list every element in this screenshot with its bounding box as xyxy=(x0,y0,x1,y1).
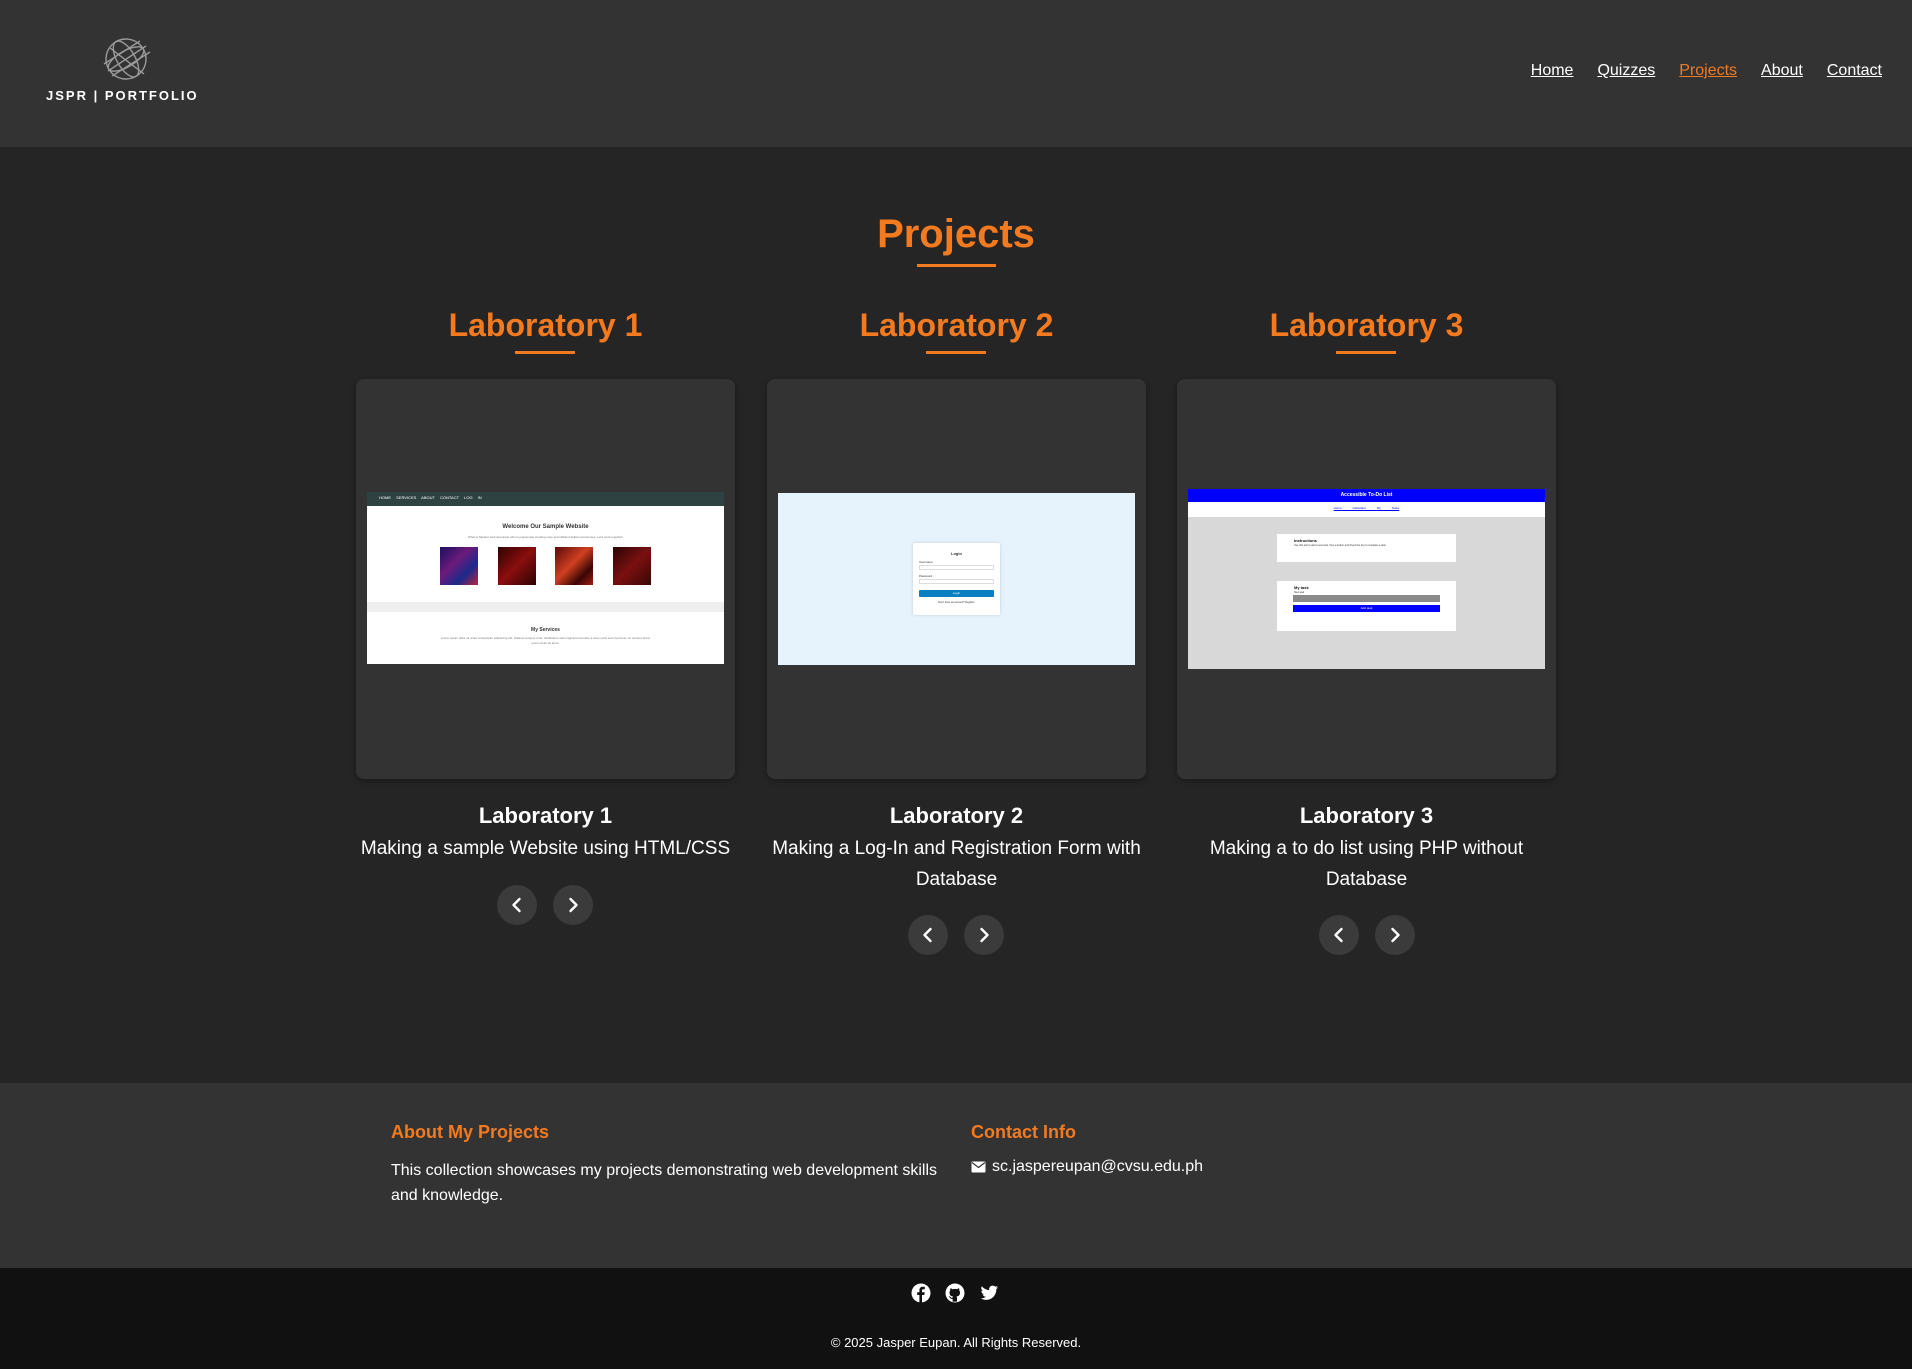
mini-task-label: New task xyxy=(1294,591,1305,594)
mini-login-heading: Login xyxy=(951,551,962,556)
lab-description: Making a sample Website using HTML/CSS xyxy=(360,838,731,859)
mini-links: Home Calculator My Tasks xyxy=(1333,506,1400,510)
project-screenshot: HOME SERVICES ABOUT CONTACT LOG IN Welco… xyxy=(367,492,724,664)
next-button[interactable] xyxy=(1375,915,1415,955)
lab-title-underline xyxy=(515,351,575,354)
twitter-icon[interactable] xyxy=(979,1283,999,1303)
lab-title: Laboratory 2 xyxy=(859,307,1054,343)
nav-quizzes[interactable]: Quizzes xyxy=(1597,62,1655,80)
nav-projects[interactable]: Projects xyxy=(1679,62,1737,80)
main-nav: Home Quizzes Projects About Contact xyxy=(1531,62,1882,80)
nav-about[interactable]: About xyxy=(1761,62,1803,80)
chevron-right-icon xyxy=(569,897,578,913)
mini-register-link: Don't have an account? Register xyxy=(938,601,975,604)
lab-title-underline xyxy=(926,351,986,354)
mini-task-input xyxy=(1293,595,1440,602)
mini-todo-header: Accessible To-Do List xyxy=(1188,489,1545,502)
logo[interactable]: JSPR | PORTFOLIO xyxy=(46,34,216,110)
mini-task-card: My task New task Add task xyxy=(1277,581,1456,631)
envelope-icon xyxy=(971,1161,986,1173)
mini-instructions-title: Instructions xyxy=(1294,538,1317,543)
chevron-left-icon xyxy=(923,927,932,943)
page-title: Projects xyxy=(877,212,1035,256)
mini-label-user: Username xyxy=(919,560,933,564)
bottom-bar: © 2025 Jasper Eupan. All Rights Reserved… xyxy=(0,1268,1912,1369)
next-button[interactable] xyxy=(553,885,593,925)
globe-logo-icon xyxy=(103,38,151,80)
mini-navbar: HOME SERVICES ABOUT CONTACT LOG IN xyxy=(367,492,724,506)
mini-thumb xyxy=(613,547,651,585)
about-heading: About My Projects xyxy=(391,1122,550,1142)
github-icon[interactable] xyxy=(945,1283,965,1303)
footer-info: About My Projects This collection showca… xyxy=(0,1083,1912,1268)
lab-description: Making a Log-In and Registration Form wi… xyxy=(772,838,1141,890)
nav-contact[interactable]: Contact xyxy=(1827,62,1882,80)
project-card[interactable]: Accessible To-Do List Home Calculator My… xyxy=(1177,379,1556,779)
logo-text: JSPR | PORTFOLIO xyxy=(46,88,199,103)
mini-services-text: Lorem ipsum dolor sit amet consectetur a… xyxy=(440,636,651,645)
mini-thumb xyxy=(440,547,478,585)
lab-name: Laboratory 3 xyxy=(1299,803,1434,828)
contact-heading: Contact Info xyxy=(971,1122,1076,1142)
lab-description: Making a to do list using PHP without Da… xyxy=(1209,838,1524,890)
email-text[interactable]: sc.jaspereupan@cvsu.edu.ph xyxy=(992,1158,1203,1176)
lab-name: Laboratory 1 xyxy=(478,803,613,828)
site-header: JSPR | PORTFOLIO Home Quizzes Projects A… xyxy=(0,0,1912,147)
project-card[interactable]: HOME SERVICES ABOUT CONTACT LOG IN Welco… xyxy=(356,379,735,779)
copyright: © 2025 Jasper Eupan. All Rights Reserved… xyxy=(830,1335,1082,1350)
mini-add-button: Add task xyxy=(1293,605,1440,612)
lab-name: Laboratory 2 xyxy=(889,803,1024,828)
mini-instructions-text: Use this tool to add a new task, then a … xyxy=(1294,544,1387,547)
lab-title: Laboratory 1 xyxy=(448,307,643,343)
mini-services-title: My Services xyxy=(531,627,560,633)
chevron-right-icon xyxy=(980,927,989,943)
about-text: This collection showcases my projects de… xyxy=(391,1162,938,1204)
facebook-icon[interactable] xyxy=(911,1283,931,1303)
mini-input xyxy=(919,565,994,570)
chevron-left-icon xyxy=(512,897,521,913)
mini-nav-items: HOME SERVICES ABOUT CONTACT LOG IN xyxy=(379,495,482,500)
mini-links-bar: Home Calculator My Tasks xyxy=(1188,502,1545,517)
mini-login-button: Login xyxy=(919,590,994,597)
chevron-left-icon xyxy=(1334,927,1343,943)
next-button[interactable] xyxy=(964,915,1004,955)
prev-button[interactable] xyxy=(908,915,948,955)
project-screenshot: Login Username Password Login Don't have… xyxy=(778,493,1135,665)
prev-button[interactable] xyxy=(497,885,537,925)
project-card[interactable]: Login Username Password Login Don't have… xyxy=(767,379,1146,779)
contact-email[interactable]: sc.jaspereupan@cvsu.edu.ph xyxy=(971,1158,1203,1176)
mini-label-pass: Password xyxy=(919,574,933,578)
mini-login-box: Login Username Password Login Don't have… xyxy=(913,543,1000,615)
mini-thumb xyxy=(555,547,593,585)
project-screenshot: Accessible To-Do List Home Calculator My… xyxy=(1188,489,1545,669)
mini-subtitle: What is Student web developer who is pas… xyxy=(467,535,624,539)
prev-button[interactable] xyxy=(1319,915,1359,955)
mini-heading: Welcome Our Sample Website xyxy=(502,524,589,530)
mini-input xyxy=(919,579,994,584)
nav-home[interactable]: Home xyxy=(1531,62,1574,80)
mini-instructions-card: Instructions Use this tool to add a new … xyxy=(1277,534,1456,562)
lab-title: Laboratory 3 xyxy=(1269,307,1464,343)
title-underline xyxy=(917,264,996,267)
social-links xyxy=(911,1283,999,1303)
mini-divider xyxy=(367,602,724,612)
chevron-right-icon xyxy=(1391,927,1400,943)
lab-title-underline xyxy=(1336,351,1396,354)
mini-thumb xyxy=(498,547,536,585)
mini-task-title: My task xyxy=(1294,585,1309,590)
